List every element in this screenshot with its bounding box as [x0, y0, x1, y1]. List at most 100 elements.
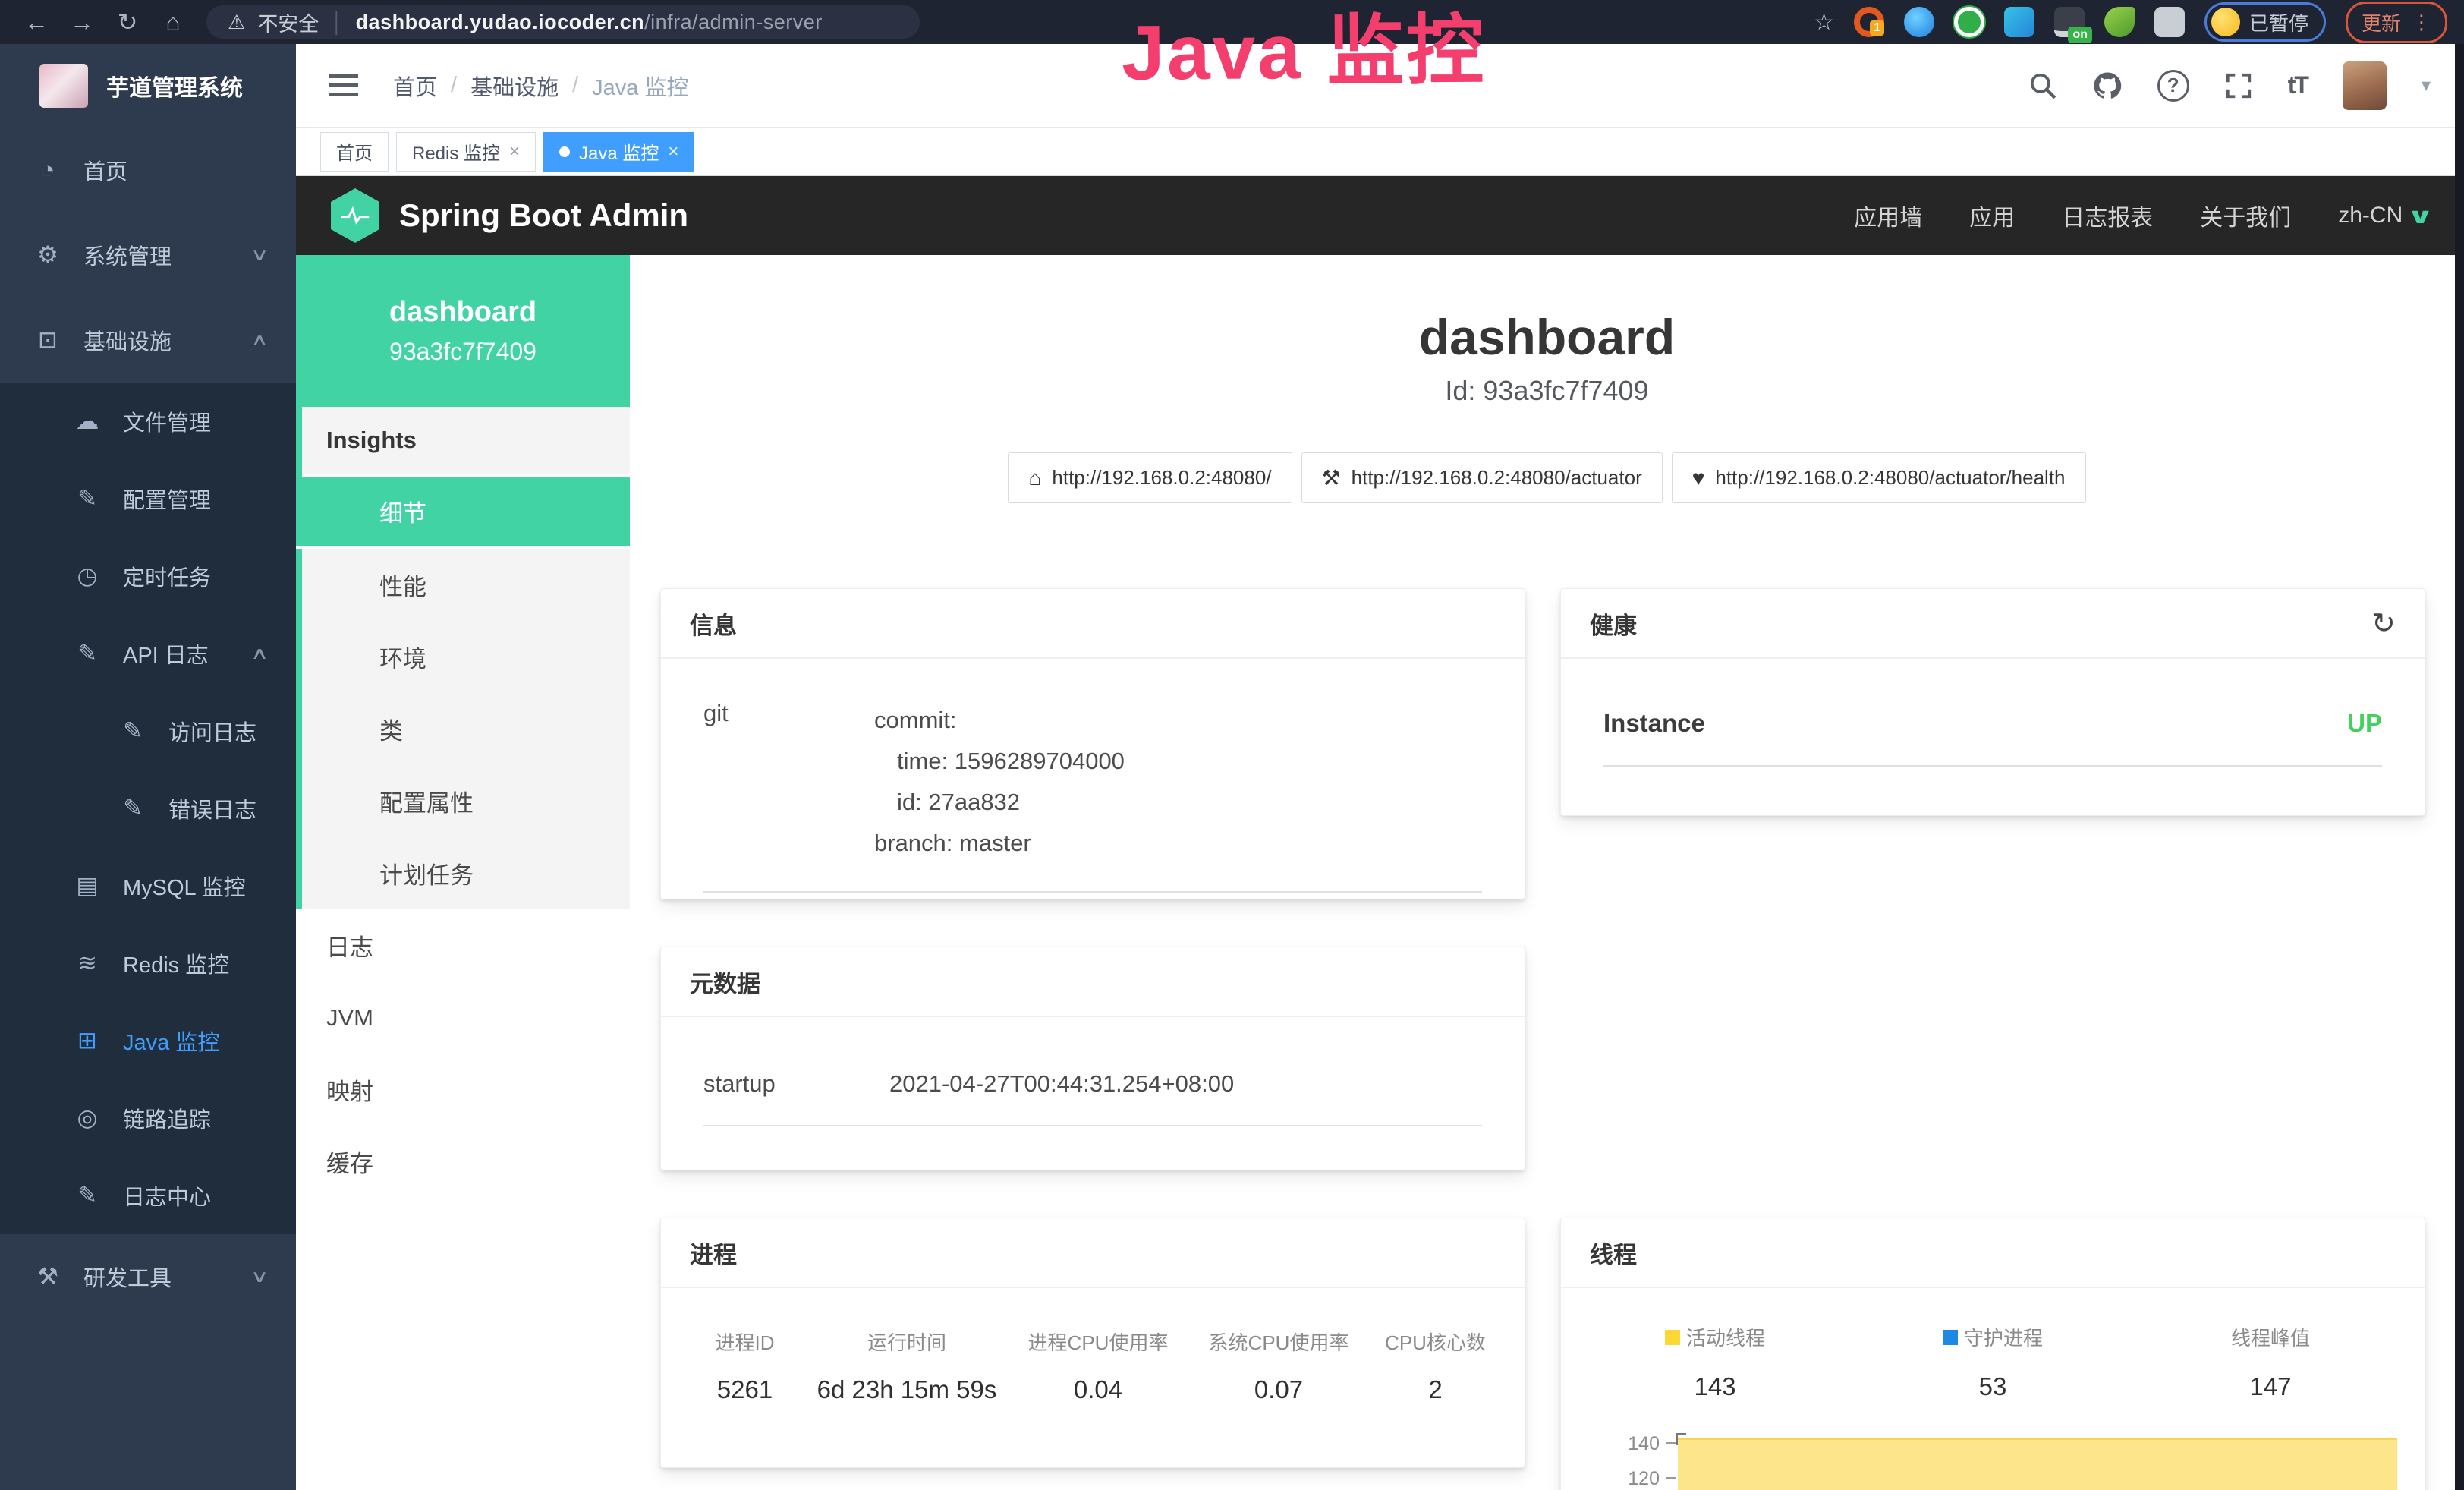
threads-daemon-value: 53 — [1854, 1372, 2132, 1401]
cell-value: 5261 — [684, 1375, 806, 1404]
sidebar-item-devtools[interactable]: ⚒ 研发工具 ∨ — [0, 1234, 296, 1319]
app-logo-row[interactable]: 芋道管理系统 — [0, 44, 296, 128]
tab-home[interactable]: 首页 — [320, 132, 389, 172]
sidebar-item-java-monitor[interactable]: ⊞ Java 监控 — [0, 1002, 296, 1079]
close-icon[interactable]: × — [509, 141, 520, 162]
topbar: 首页 / 基础设施 / Java 监控 ? tT ▾ — [296, 44, 2464, 128]
sba-side-item-configprops[interactable]: 配置属性 — [302, 765, 630, 837]
breadcrumb-home[interactable]: 首页 — [393, 70, 437, 102]
sba-side-item-caches[interactable]: 缓存 — [296, 1126, 630, 1198]
sba-side-item-metrics[interactable]: 性能 — [302, 549, 630, 621]
column-header: 运行时间 — [806, 1328, 1008, 1356]
threads-peak-label: 线程峰值 — [2132, 1323, 2409, 1351]
sidebar-item-system[interactable]: ⚙ 系统管理 ∨ — [0, 213, 296, 298]
browser-home-icon[interactable]: ⌂ — [153, 8, 193, 36]
sidebar-item-log-center[interactable]: ✎ 日志中心 — [0, 1157, 296, 1234]
sidebar-item-access-logs[interactable]: ✎ 访问日志 — [0, 692, 296, 770]
column-header: 进程CPU使用率 — [1008, 1328, 1188, 1356]
process-col-cpus: CPU核心数 2 — [1369, 1328, 1502, 1404]
browser-reload-icon[interactable]: ↻ — [108, 8, 147, 36]
browser-back-icon[interactable]: ← — [17, 8, 56, 36]
sidebar-item-tracing[interactable]: ◎ 链路追踪 — [0, 1079, 296, 1157]
search-icon[interactable] — [2028, 71, 2057, 100]
sidebar-item-file-management[interactable]: ☁ 文件管理 — [0, 383, 296, 460]
sba-side-item-classes[interactable]: 类 — [302, 693, 630, 765]
sba-nav-journal[interactable]: 日志报表 — [2062, 199, 2153, 232]
cell-value: 6d 23h 15m 59s — [806, 1375, 1008, 1404]
user-avatar[interactable] — [2343, 61, 2387, 110]
extension-y-icon[interactable] — [1954, 7, 1984, 37]
edit-icon: ✎ — [115, 717, 150, 745]
sidebar-item-mysql-monitor[interactable]: ▤ MySQL 监控 — [0, 847, 296, 925]
extension-grid-icon[interactable] — [2004, 7, 2034, 37]
breadcrumb-section[interactable]: 基础设施 — [470, 70, 559, 102]
detail-cards-grid: 信息 git commit: time: 1596289704000 id: 2… — [630, 588, 2464, 1490]
health-url-button[interactable]: ♥ http://192.168.0.2:48080/actuator/heal… — [1672, 452, 2086, 503]
extension-pin-icon[interactable] — [1904, 7, 1934, 37]
sidebar-item-error-logs[interactable]: ✎ 错误日志 — [0, 770, 296, 847]
actuator-url-button[interactable]: ⚒ http://192.168.0.2:48080/actuator — [1301, 452, 1663, 503]
card-title-text: 信息 — [690, 606, 737, 641]
sidebar-item-api-logs[interactable]: ✎ API 日志 ∧ — [0, 615, 296, 692]
sidebar-item-scheduled-jobs[interactable]: ◷ 定时任务 — [0, 537, 296, 615]
browser-forward-icon[interactable]: → — [62, 8, 102, 36]
sba-nav-wallboard[interactable]: 应用墙 — [1854, 199, 1922, 232]
address-bar[interactable]: ⚠ 不安全 │ dashboard.yudao.iocoder.cn/infra… — [206, 5, 920, 39]
history-icon[interactable]: ↺ — [2371, 606, 2396, 641]
breadcrumb-separator: / — [572, 73, 578, 98]
extensions-puzzle-icon[interactable] — [2154, 7, 2185, 37]
update-button[interactable]: 更新 ⋮ — [2346, 2, 2447, 43]
profile-avatar-emoji — [2211, 8, 2240, 36]
service-url-button[interactable]: ⌂ http://192.168.0.2:48080/ — [1008, 452, 1292, 503]
sba-locale-select[interactable]: zh-CN ∨ — [2338, 203, 2429, 228]
sba-side-item-logfile[interactable]: 日志 — [296, 909, 630, 981]
browser-menu-icon[interactable]: ⋮ — [2412, 11, 2431, 34]
y-axis-tick-140: 140 — [1591, 1433, 1660, 1455]
extension-onetab-icon[interactable]: on — [2054, 7, 2085, 37]
font-size-icon[interactable]: tT — [2288, 71, 2308, 99]
sba-side-item-environment[interactable]: 环境 — [302, 621, 630, 693]
sidebar-item-label: MySQL 监控 — [123, 870, 246, 902]
process-col-process-cpu: 进程CPU使用率 0.04 — [1008, 1328, 1188, 1404]
sba-group-header-insights: Insights — [302, 407, 630, 477]
sba-side-item-mappings[interactable]: 映射 — [296, 1054, 630, 1126]
sidebar-item-label: Redis 监控 — [123, 947, 229, 979]
extension-leaf-icon[interactable] — [2104, 7, 2135, 37]
sba-side-item-scheduledtasks[interactable]: 计划任务 — [302, 837, 630, 909]
tab-redis-monitor[interactable]: Redis 监控 × — [396, 132, 536, 172]
tab-java-monitor[interactable]: Java 监控 × — [543, 132, 694, 172]
sidebar-item-infrastructure[interactable]: ⊡ 基础设施 ∧ — [0, 298, 296, 383]
health-url: http://192.168.0.2:48080/actuator/health — [1715, 466, 2065, 490]
sba-nav-applications[interactable]: 应用 — [1969, 199, 2015, 232]
screen-icon: ⊞ — [70, 1027, 105, 1054]
sidebar-submenu-infrastructure: ☁ 文件管理 ✎ 配置管理 ◷ 定时任务 ✎ API 日志 ∧ ✎ — [0, 383, 296, 1234]
health-row-instance[interactable]: Instance UP — [1561, 659, 2425, 738]
actuator-url: http://192.168.0.2:48080/actuator — [1352, 466, 1642, 490]
sidebar-item-label: 定时任务 — [123, 560, 211, 592]
metadata-label: startup — [703, 1070, 889, 1098]
hamburger-icon[interactable] — [329, 83, 358, 87]
instance-title: dashboard — [630, 308, 2464, 366]
row-divider — [1603, 765, 2382, 767]
sidebar-item-config-management[interactable]: ✎ 配置管理 — [0, 460, 296, 537]
sba-side-item-jvm[interactable]: JVM — [296, 981, 630, 1054]
chevron-down-icon: ∨ — [2406, 203, 2434, 228]
sidebar-item-home[interactable]: ◔ 首页 — [0, 128, 296, 213]
github-icon[interactable] — [2092, 71, 2123, 101]
url-text: dashboard.yudao.iocoder.cn/infra/admin-s… — [356, 11, 823, 34]
fullscreen-icon[interactable] — [2224, 71, 2253, 100]
sba-nav-about[interactable]: 关于我们 — [2200, 199, 2291, 232]
update-label: 更新 — [2362, 8, 2401, 36]
extension-oneclick-icon[interactable]: 1 — [1854, 7, 1884, 37]
user-menu-caret-icon[interactable]: ▾ — [2422, 74, 2431, 96]
bookmark-star-icon[interactable]: ☆ — [1814, 9, 1834, 36]
sba-side-item-details[interactable]: 细节 — [296, 477, 630, 549]
profile-label: 已暂停 — [2249, 8, 2308, 36]
chevron-up-icon: ∧ — [250, 644, 269, 663]
help-icon[interactable]: ? — [2157, 70, 2189, 102]
window-edge — [2455, 44, 2464, 1490]
close-icon[interactable]: × — [668, 141, 678, 162]
breadcrumb-current: Java 监控 — [592, 70, 688, 102]
browser-profile-chip[interactable]: 已暂停 — [2204, 2, 2326, 42]
sidebar-item-redis-monitor[interactable]: ≋ Redis 监控 — [0, 925, 296, 1002]
